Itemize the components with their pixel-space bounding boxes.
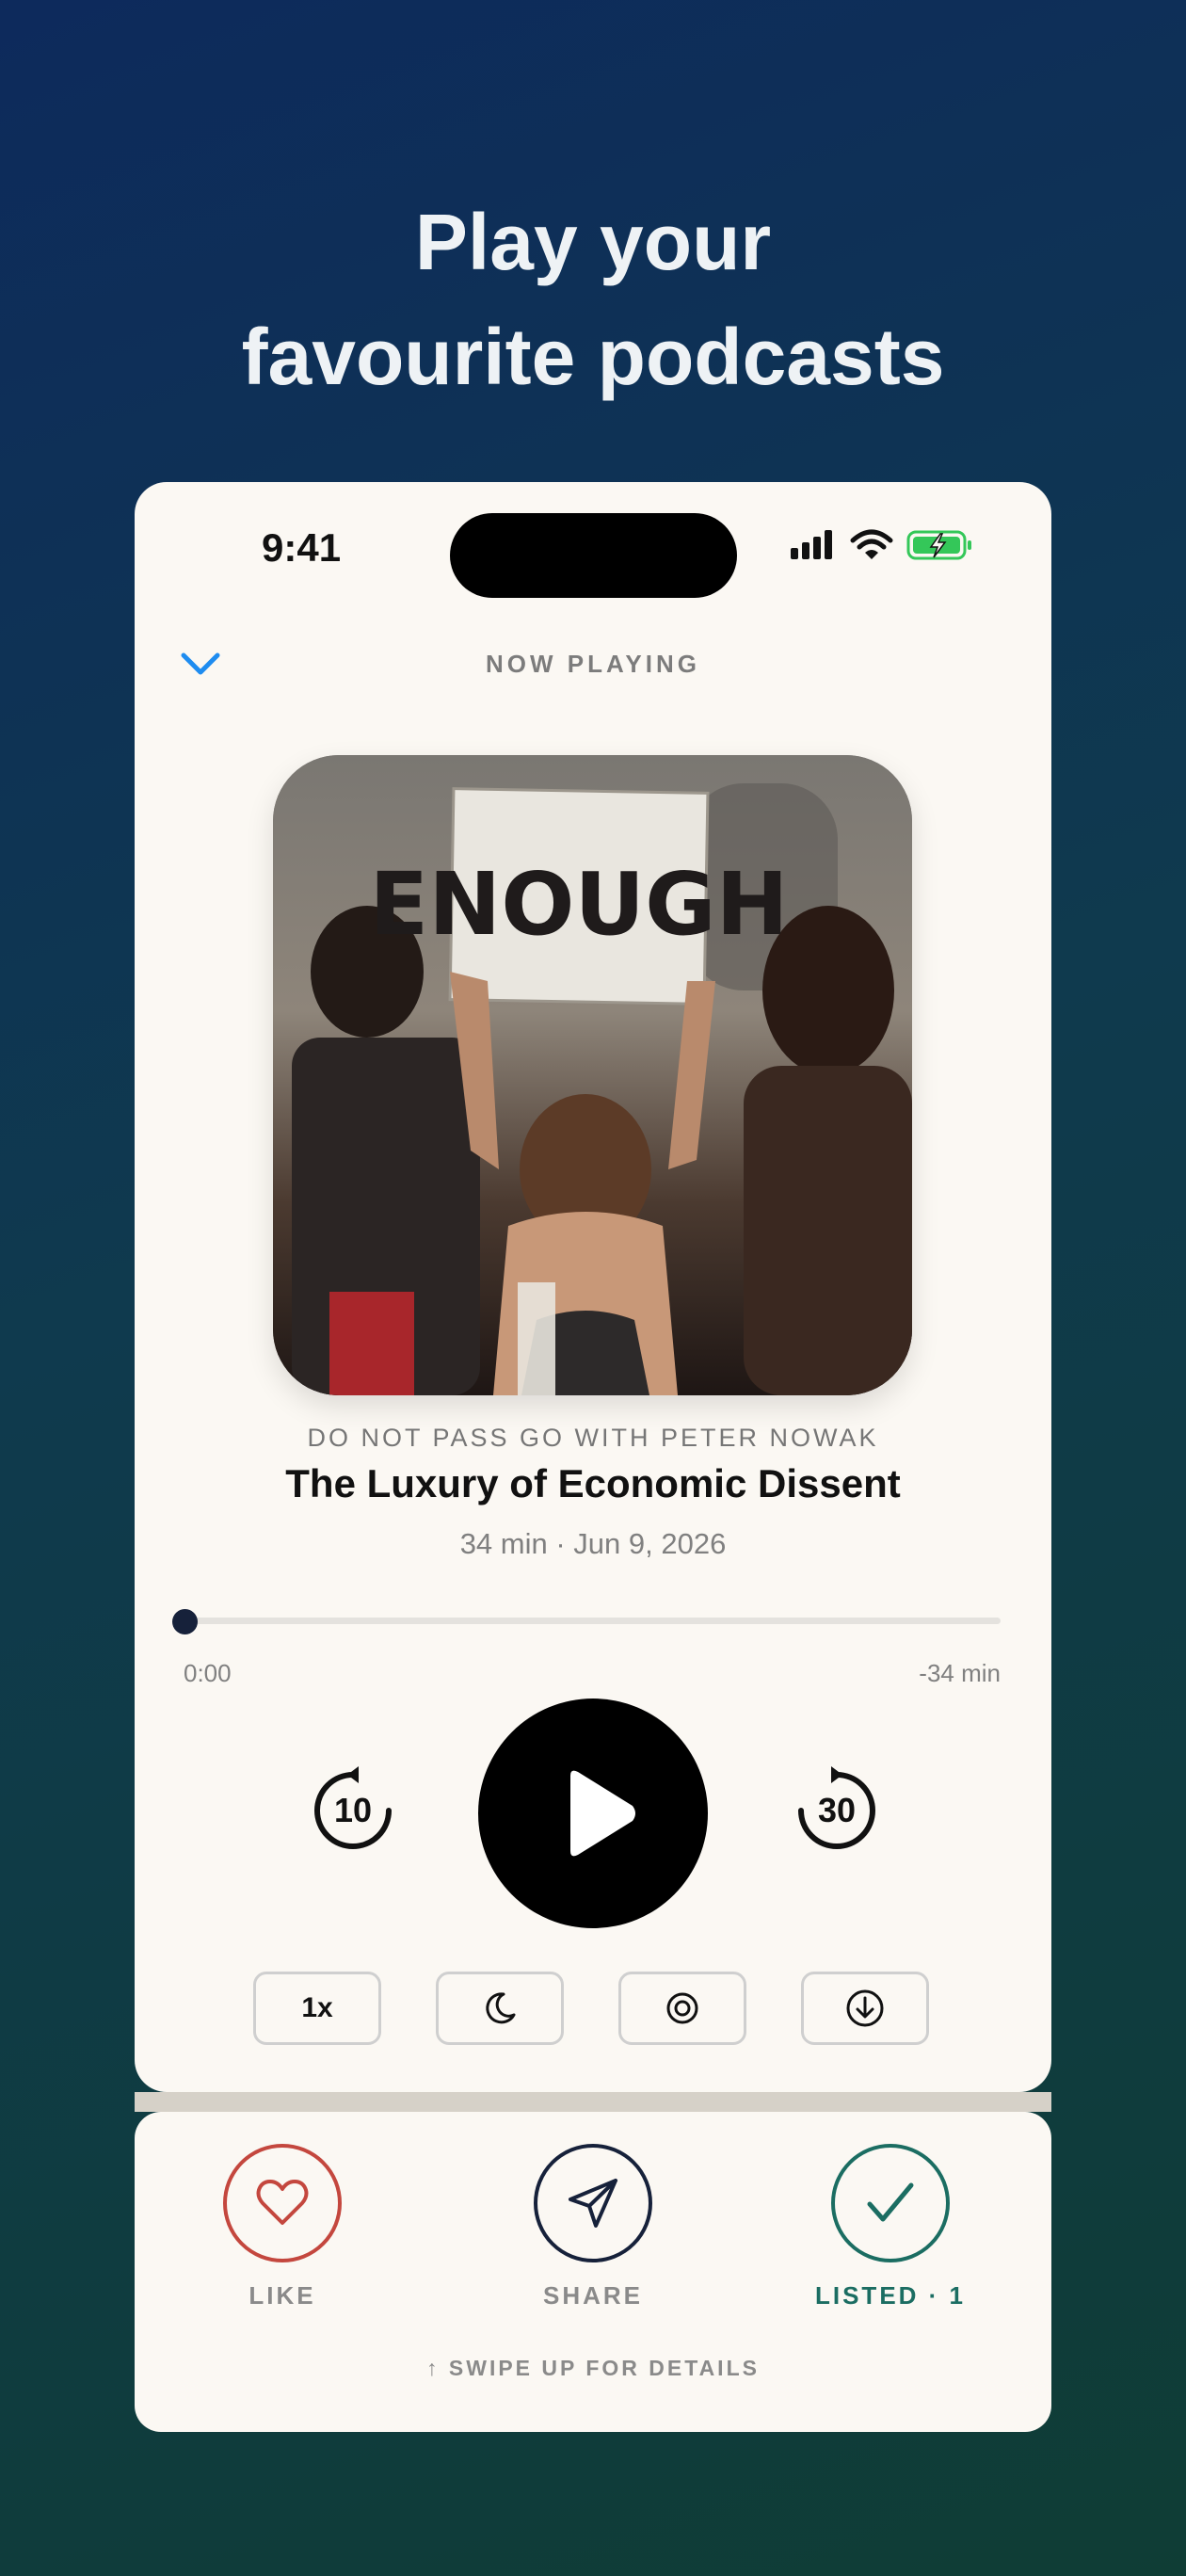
moon-icon: [486, 1992, 516, 2024]
status-bar: 9:41: [135, 482, 1051, 614]
phone-screen: 9:41 NOW PLAYING ENOUGH DO NOT PASS GO W…: [135, 482, 1051, 2092]
play-icon: [570, 1770, 635, 1857]
status-time: 9:41: [262, 525, 342, 570]
details-sheet[interactable]: LIKE SHARE LISTED · 1 ↑ SWIPE UP FOR DET…: [135, 2112, 1051, 2432]
skip-forward-label: 30: [818, 1791, 856, 1829]
skip-back-button[interactable]: 10: [310, 1765, 396, 1852]
wifi-icon: [850, 529, 893, 559]
share-button[interactable]: SHARE: [508, 2144, 678, 2310]
share-label: SHARE: [542, 2281, 643, 2310]
play-button[interactable]: [478, 1699, 708, 1928]
target-icon: [666, 1992, 698, 2024]
headline-line-2: favourite podcasts: [241, 313, 945, 401]
skip-back-label: 10: [334, 1791, 372, 1829]
paper-plane-icon: [569, 2179, 617, 2228]
heart-icon: [256, 2180, 309, 2225]
sign-text: ENOUGH: [369, 854, 788, 955]
like-label: LIKE: [248, 2281, 316, 2310]
episode-meta: 34 min · Jun 9, 2026: [459, 1527, 727, 1560]
headline-line-1: Play your: [414, 198, 772, 286]
cellular-signal-icon: [791, 530, 832, 559]
sheet-divider: [135, 2092, 1051, 2112]
progress-knob[interactable]: [172, 1609, 198, 1634]
listed-label: LISTED · 1: [814, 2281, 966, 2310]
playback-speed-button[interactable]: 1x: [253, 1972, 381, 2045]
download-icon: [846, 1989, 884, 2027]
episode-title: The Luxury of Economic Dissent: [285, 1461, 901, 1505]
podcast-artwork: ENOUGH: [273, 755, 912, 1395]
like-button[interactable]: LIKE: [198, 2144, 367, 2310]
battery-charging-icon: [906, 530, 971, 560]
queue-button[interactable]: [618, 1972, 746, 2045]
swipe-up-hint: ↑ SWIPE UP FOR DETAILS: [426, 2356, 760, 2380]
checkmark-icon: [867, 2182, 914, 2222]
skip-forward-button[interactable]: 30: [793, 1765, 880, 1852]
dynamic-island: [450, 513, 737, 598]
artwork-illustration: ENOUGH: [273, 755, 912, 1395]
remaining-time: -34 min: [919, 1659, 1001, 1687]
now-playing-label: NOW PLAYING: [486, 650, 700, 678]
sleep-timer-button[interactable]: [436, 1972, 564, 2045]
elapsed-time: 0:00: [184, 1659, 232, 1687]
podcast-name[interactable]: DO NOT PASS GO WITH PETER NOWAK: [135, 1424, 1051, 1453]
progress-track[interactable]: [174, 1618, 1001, 1624]
speed-label: 1x: [301, 1992, 333, 2023]
marketing-headline: Play your favourite podcasts: [0, 185, 1186, 414]
download-button[interactable]: [801, 1972, 929, 2045]
listed-button[interactable]: LISTED · 1: [806, 2144, 975, 2310]
